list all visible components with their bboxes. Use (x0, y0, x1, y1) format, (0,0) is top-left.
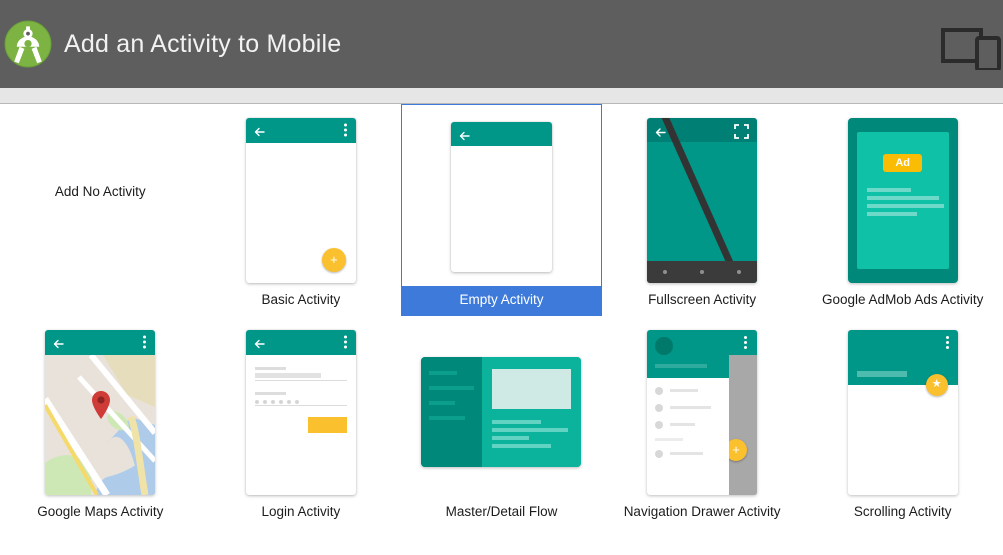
avatar (655, 336, 674, 355)
activity-card-label: Master/Detail Flow (445, 504, 558, 519)
activity-thumbnail (45, 326, 156, 498)
activity-gallery: Add No Activity + Basic Activity Empty A… (0, 104, 1003, 554)
system-navigation-bar (647, 260, 758, 283)
drawer-menu-item (655, 386, 721, 395)
phone-frame: + (647, 329, 758, 495)
phone-frame (647, 117, 758, 283)
activity-thumbnail (421, 326, 582, 498)
app-bar (245, 117, 356, 143)
menu-item-icon (655, 403, 664, 412)
app-bar (245, 329, 356, 355)
activity-card-empty-activity[interactable]: Empty Activity (401, 104, 602, 316)
master-pane (421, 357, 483, 467)
back-arrow-icon (655, 125, 666, 137)
back-arrow-icon (254, 337, 265, 349)
phone-frame (245, 329, 356, 495)
overflow-menu-icon (343, 335, 347, 349)
phone-frame: Ad (847, 117, 958, 283)
device-preview-icon (941, 28, 1003, 72)
menu-item-icon (655, 449, 664, 458)
activity-card-label: Add No Activity (54, 183, 146, 199)
phone-frame (450, 121, 552, 272)
header-divider (0, 88, 1003, 104)
activity-card-google-maps-activity[interactable]: Google Maps Activity (0, 316, 201, 528)
tablet-frame (421, 357, 582, 467)
drawer-divider (655, 437, 683, 441)
activity-card-label: Login Activity (261, 504, 341, 519)
dialog-header: Add an Activity to Mobile (0, 0, 1003, 88)
activity-card-scrolling-activity[interactable]: ★ Scrolling Activity (802, 316, 1003, 528)
drawer-header (647, 329, 730, 378)
back-arrow-icon (459, 128, 470, 140)
page-title: Add an Activity to Mobile (64, 29, 342, 58)
activity-card-label: Google Maps Activity (37, 504, 164, 519)
activity-thumbnail: + (647, 326, 758, 498)
activity-thumbnail: Ad (847, 114, 958, 286)
detail-pane (482, 357, 582, 467)
phone-frame (45, 329, 156, 495)
back-arrow-icon (53, 337, 64, 349)
overflow-menu-icon (744, 335, 748, 349)
password-field-label (254, 391, 287, 395)
android-studio-logo-icon (4, 20, 52, 68)
activity-thumbnail (647, 114, 758, 286)
floating-action-button: ★ (925, 373, 948, 396)
activity-thumbnail (450, 115, 552, 278)
activity-thumbnail (245, 326, 356, 498)
menu-item-icon (655, 386, 664, 395)
back-arrow-icon (254, 125, 265, 137)
email-field (254, 372, 347, 381)
activity-card-master-detail-flow[interactable]: Master/Detail Flow (401, 316, 602, 528)
drawer-menu-list (647, 378, 729, 458)
decorative-diagonal (659, 117, 747, 283)
app-bar (45, 329, 156, 355)
activity-card-fullscreen-activity[interactable]: Fullscreen Activity (602, 104, 803, 316)
password-field (254, 399, 347, 406)
overflow-menu-icon (143, 335, 147, 349)
floating-action-button: + (321, 247, 346, 272)
login-form (246, 355, 356, 433)
activity-card-label: Navigation Drawer Activity (623, 504, 781, 519)
activity-card-label: Fullscreen Activity (648, 292, 757, 307)
activity-card-label: Basic Activity (261, 292, 341, 307)
activity-card-add-no-activity[interactable]: Add No Activity (0, 104, 201, 316)
placeholder-text-lines (866, 187, 945, 220)
activity-card-label: Empty Activity (401, 286, 602, 316)
activity-thumbnail: + (245, 114, 356, 286)
drawer-menu-item (655, 449, 721, 458)
drawer-username (655, 363, 707, 368)
overflow-menu-icon (343, 123, 347, 137)
activity-card-navigation-drawer-activity[interactable]: + Navigation Drawer Activity (602, 316, 803, 528)
phone-frame: ★ (847, 329, 958, 495)
drawer-menu-item (655, 403, 721, 412)
overflow-menu-icon (945, 335, 949, 349)
menu-item-icon (655, 420, 664, 429)
activity-card-google-admob-ads-activity[interactable]: Ad Google AdMob Ads Activity (802, 104, 1003, 316)
activity-grid: Add No Activity + Basic Activity Empty A… (0, 104, 1003, 528)
scrim-overlay (729, 329, 758, 495)
app-bar (450, 121, 552, 146)
toolbar-title (856, 370, 908, 377)
ad-badge: Ad (883, 153, 923, 172)
map-view (45, 354, 156, 495)
activity-card-basic-activity[interactable]: + Basic Activity (201, 104, 402, 316)
fullscreen-expand-icon (734, 123, 749, 139)
detail-hero-image (492, 369, 572, 409)
sign-in-button (308, 416, 347, 433)
drawer-menu-item (655, 420, 721, 429)
activity-card-label: Google AdMob Ads Activity (822, 292, 984, 307)
navigation-drawer (647, 329, 730, 495)
activity-card-label: Scrolling Activity (853, 504, 952, 519)
ad-content-panel: Ad (856, 131, 949, 269)
activity-card-login-activity[interactable]: Login Activity (201, 316, 402, 528)
activity-thumbnail: ★ (847, 326, 958, 498)
phone-frame: + (245, 117, 356, 283)
email-field-label (254, 366, 287, 370)
app-bar (729, 329, 758, 355)
